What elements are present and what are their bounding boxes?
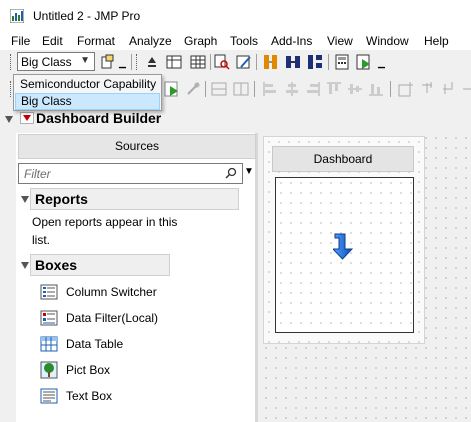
toolbar-separator [328, 54, 329, 70]
stack-icon[interactable] [263, 54, 279, 70]
menu-add-ins[interactable]: Add-Ins [271, 34, 312, 48]
box-item-data-filter-local[interactable]: Data Filter(Local) [40, 309, 180, 329]
menu-help[interactable]: Help [424, 34, 449, 48]
tabulate-icon[interactable] [166, 54, 182, 70]
align-top-icon[interactable] [326, 81, 342, 97]
box-item-label: Data Table [66, 337, 124, 351]
sort-icon[interactable] [144, 54, 160, 70]
dashboard-builder-title: Dashboard Builder [36, 110, 162, 126]
menu-edit[interactable]: Edit [42, 34, 63, 48]
column-switcher-icon [40, 284, 58, 300]
jmp-app-icon [10, 9, 24, 23]
sources-header: Sources [18, 134, 256, 159]
align-left-icon[interactable] [262, 81, 278, 97]
reports-empty-text: Open reports appear in this list. [32, 215, 178, 247]
align-middle-icon[interactable] [347, 81, 363, 97]
run-script-icon[interactable] [356, 54, 372, 70]
toolbar-separator [205, 81, 206, 97]
edit-table-icon[interactable] [236, 54, 252, 70]
calculator-icon[interactable] [334, 54, 350, 70]
filter-options-chevron-icon[interactable]: ▼ [244, 166, 254, 177]
dashboard-header[interactable]: Dashboard [272, 146, 414, 172]
run-icon[interactable] [164, 81, 180, 97]
filter-input[interactable]: Filter [18, 163, 243, 184]
toolbar-grip[interactable] [10, 54, 13, 70]
box-item-column-switcher[interactable]: Column Switcher [40, 283, 180, 303]
box-item-text-box[interactable]: Text Box [40, 387, 180, 407]
menu-graph[interactable]: Graph [184, 34, 217, 48]
add-right-icon[interactable] [460, 81, 471, 97]
data-table-icon [40, 336, 58, 352]
layout-icon[interactable] [211, 81, 227, 97]
data-table-combo[interactable]: Big Class ▼ [17, 52, 95, 71]
reports-disclosure-icon[interactable] [21, 196, 29, 203]
dropdown-option-semiconductor-capability[interactable]: Semiconductor Capability [15, 76, 160, 93]
box-item-data-table[interactable]: Data Table [40, 335, 180, 355]
toolbar-separator [131, 54, 132, 70]
add-top-icon[interactable] [419, 81, 435, 97]
menu-file[interactable]: File [11, 34, 30, 48]
data-table-grid-icon[interactable] [190, 54, 206, 70]
toolbar-separator [256, 54, 257, 70]
red-triangle-menu-icon[interactable] [20, 112, 34, 124]
title-bar: Untitled 2 - JMP Pro [0, 0, 471, 32]
menu-bar: File Edit Format Analyze Graph Tools Add… [0, 32, 471, 50]
dropdown-option-big-class[interactable]: Big Class [15, 93, 160, 110]
boxes-section-header[interactable]: Boxes [30, 254, 170, 276]
add-box-icon[interactable] [398, 81, 414, 97]
data-table-dropdown-list: Semiconductor Capability Big Class [13, 74, 162, 111]
search-icon[interactable] [225, 167, 238, 180]
box-item-pict-box[interactable]: Pict Box [40, 361, 180, 381]
text-box-icon [40, 388, 58, 404]
tree-picture-icon [40, 361, 58, 379]
data-filter-icon [40, 310, 58, 326]
data-table-combo-value: Big Class [21, 55, 72, 69]
box-item-label: Text Box [66, 389, 113, 403]
box-item-label: Column Switcher [66, 285, 157, 299]
chevron-down-icon[interactable]: ▼ [80, 55, 90, 66]
menu-tools[interactable]: Tools [230, 34, 258, 48]
box-item-label: Data Filter(Local) [66, 311, 159, 325]
table-properties-icon[interactable] [100, 54, 116, 70]
split-icon[interactable] [307, 54, 323, 70]
menu-analyze[interactable]: Analyze [129, 34, 172, 48]
align-bottom-icon[interactable] [368, 81, 384, 97]
toolbar-separator [390, 81, 391, 97]
toolbar-overflow-icon[interactable]: ▁ [119, 58, 126, 69]
filter-placeholder: Filter [24, 167, 51, 181]
drop-here-arrow-icon [333, 233, 354, 260]
toolbar-grip[interactable] [136, 54, 139, 70]
menu-view[interactable]: View [327, 34, 353, 48]
disclosure-triangle-icon[interactable] [5, 116, 13, 123]
join-icon[interactable] [285, 54, 301, 70]
reports-section-header[interactable]: Reports [30, 188, 239, 210]
toolbar-separator [210, 54, 211, 70]
window-title: Untitled 2 - JMP Pro [33, 9, 141, 23]
layout-icon[interactable] [233, 81, 249, 97]
add-left-icon[interactable] [440, 81, 456, 97]
box-item-label: Pict Box [66, 363, 111, 377]
align-right-icon[interactable] [305, 81, 321, 97]
toolbar-separator [254, 81, 255, 97]
menu-window[interactable]: Window [366, 34, 409, 48]
boxes-disclosure-icon[interactable] [21, 262, 29, 269]
search-icon[interactable] [214, 54, 230, 70]
menu-format[interactable]: Format [77, 34, 115, 48]
align-center-icon[interactable] [284, 81, 300, 97]
left-gutter [0, 129, 16, 422]
tools-icon[interactable] [185, 81, 201, 97]
toolbar-overflow-icon[interactable]: ▁ [378, 58, 385, 69]
